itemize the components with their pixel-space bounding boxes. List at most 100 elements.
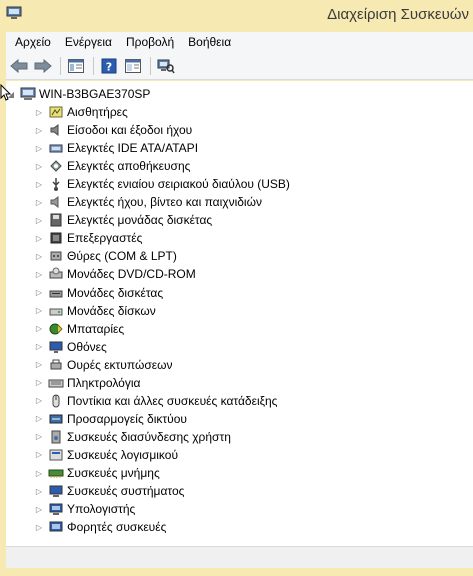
hid-icon	[48, 429, 64, 445]
tree-item-software-device[interactable]: ▷ Συσκευές λογισμικού	[34, 446, 473, 464]
monitor-icon	[48, 339, 64, 355]
tree-item-label: Θύρες (COM & LPT)	[67, 249, 177, 264]
tree-item-keyboard[interactable]: ▷ Πληκτρολόγια	[34, 374, 473, 392]
tree-item-label: Οθόνες	[67, 339, 107, 354]
software-device-icon	[48, 447, 64, 463]
tree-item-label: Ελεγκτές IDE ATA/ATAPI	[67, 141, 199, 156]
expand-arrow-icon[interactable]: ▷	[34, 446, 44, 464]
tree-item-label: Αισθητήρες	[67, 105, 128, 119]
expand-arrow-icon[interactable]: ▷	[34, 229, 44, 247]
tree-item-dvd-drive[interactable]: ▷ Μονάδες DVD/CD-ROM	[34, 265, 473, 283]
tree-item-system-device[interactable]: ▷ Συσκευές συστήματος	[34, 482, 473, 500]
floppy-controller-icon	[48, 212, 64, 228]
back-button[interactable]	[8, 55, 30, 77]
expand-arrow-icon[interactable]: ▷	[34, 103, 44, 121]
usb-icon	[48, 176, 64, 192]
expand-arrow-icon[interactable]: ▷	[34, 265, 44, 283]
network-adapter-icon	[48, 411, 64, 427]
tree-item-mouse[interactable]: ▷ Ποντίκια και άλλες συσκευές κατάδειξης	[34, 392, 473, 410]
expand-arrow-icon[interactable]: ▷	[34, 121, 44, 139]
tree-item-battery[interactable]: ▷ Μπαταρίες	[34, 320, 473, 338]
forward-arrow-icon	[34, 58, 52, 73]
tree-item-floppy-controller[interactable]: ▷ Ελεγκτές μονάδας δισκέτας	[34, 211, 473, 229]
show-hide-console-tree-button[interactable]	[65, 55, 87, 77]
scan-hardware-button[interactable]	[155, 55, 177, 77]
expand-arrow-icon[interactable]: ▷	[34, 139, 44, 157]
tree-item-disk-drive[interactable]: ▷ Μονάδες δίσκων	[34, 302, 473, 320]
tree-item-label: Είσοδοι και έξοδοι ήχου	[67, 123, 193, 138]
title-bar[interactable]: Διαχείριση Συσκευών	[0, 0, 473, 32]
expand-arrow-icon[interactable]: ▷	[34, 500, 44, 518]
tree-root[interactable]: ◢ WIN-B3BGAE370SP	[6, 85, 150, 103]
menu-bar: Αρχείο Ενέργεια Προβολή Βοήθεια	[6, 32, 473, 52]
expand-arrow-icon[interactable]: ▷	[34, 320, 44, 338]
expand-arrow-icon[interactable]: ▷	[34, 338, 44, 356]
portable-device-icon	[48, 519, 64, 535]
tree-item-speaker[interactable]: ▷ Είσοδοι και έξοδοι ήχου	[34, 121, 473, 139]
keyboard-icon	[48, 375, 64, 391]
tree-item-label: Συσκευές μνήμης	[67, 466, 160, 480]
memory-icon	[48, 465, 64, 481]
mouse-cursor-icon	[0, 84, 12, 101]
toolbar-separator	[150, 56, 151, 75]
tree-item-ide-controller[interactable]: ▷ Ελεγκτές IDE ATA/ATAPI	[34, 139, 473, 157]
toolbar-separator	[93, 56, 94, 75]
computer-name: WIN-B3BGAE370SP	[39, 87, 151, 101]
tree-item-network-adapter[interactable]: ▷ Προσαρμογείς δικτύου	[34, 410, 473, 428]
dvd-drive-icon	[48, 266, 64, 282]
tree-item-print-queue[interactable]: ▷ Ουρές εκτυπώσεων	[34, 356, 473, 374]
sound-video-icon	[48, 194, 64, 210]
forward-button[interactable]	[32, 55, 54, 77]
tree-item-monitor[interactable]: ▷ Οθόνες	[34, 338, 473, 356]
menu-action[interactable]: Ενέργεια	[59, 32, 120, 52]
tree-item-label: Ελεγκτές μονάδας δισκέτας	[67, 213, 213, 228]
disk-drive-icon	[48, 303, 64, 319]
tree-item-floppy-drive[interactable]: ▷ Μονάδες δισκέτας	[34, 284, 473, 302]
tree-item-storage-controller[interactable]: ▷ Ελεγκτές αποθήκευσης	[34, 157, 473, 175]
tree-item-label: Υπολογιστής	[67, 502, 136, 517]
tree-item-processor[interactable]: ▷ Επεξεργαστές	[34, 229, 473, 247]
storage-controller-icon	[48, 158, 64, 174]
expand-arrow-icon[interactable]: ▷	[34, 247, 44, 265]
tree-item-sensor[interactable]: ▷ Αισθητήρες	[34, 103, 473, 121]
expand-arrow-icon[interactable]: ▷	[34, 157, 44, 175]
port-icon	[48, 248, 64, 264]
toolbar-separator	[60, 56, 61, 75]
expand-arrow-icon[interactable]: ▷	[34, 302, 44, 320]
expand-arrow-icon[interactable]: ▷	[34, 428, 44, 446]
expand-arrow-icon[interactable]: ▷	[34, 518, 44, 536]
tree-item-label: Συσκευές λογισμικού	[67, 447, 178, 462]
expand-arrow-icon[interactable]: ▷	[34, 211, 44, 229]
help-icon: ?	[101, 58, 117, 73]
help-button[interactable]: ?	[98, 55, 120, 77]
tree-item-portable-device[interactable]: ▷ Φορητές συσκευές	[34, 518, 473, 536]
tree-item-usb[interactable]: ▷ Ελεγκτές ενιαίου σειριακού διαύλου (USB…	[34, 175, 473, 193]
expand-arrow-icon[interactable]: ▷	[34, 410, 44, 428]
tree-item-label: Φορητές συσκευές	[67, 520, 167, 535]
tree-item-label: Συσκευές διασύνδεσης χρήστη	[67, 429, 231, 444]
device-manager-app-icon	[6, 6, 22, 19]
tree-item-computer[interactable]: ▷ Υπολογιστής	[34, 500, 473, 518]
processor-icon	[48, 230, 64, 246]
expand-arrow-icon[interactable]: ▷	[34, 464, 44, 482]
battery-icon	[48, 321, 64, 337]
tree-item-port[interactable]: ▷ Θύρες (COM & LPT)	[34, 247, 473, 265]
expand-arrow-icon[interactable]: ▷	[34, 356, 44, 374]
expand-arrow-icon[interactable]: ▷	[34, 482, 44, 500]
properties-button[interactable]	[122, 55, 144, 77]
expand-arrow-icon[interactable]: ▷	[34, 193, 44, 211]
back-arrow-icon	[10, 58, 28, 73]
menu-view[interactable]: Προβολή	[120, 32, 182, 52]
menu-file[interactable]: Αρχείο	[9, 32, 59, 52]
tree-item-label: Πληκτρολόγια	[67, 375, 141, 390]
tree-item-hid[interactable]: ▷ Συσκευές διασύνδεσης χρήστη	[34, 428, 473, 446]
tree-item-label: Προσαρμογείς δικτύου	[67, 411, 187, 426]
expand-arrow-icon[interactable]: ▷	[34, 392, 44, 410]
tree-item-memory[interactable]: ▷ Συσκευές μνήμης	[34, 464, 473, 482]
menu-help[interactable]: Βοήθεια	[182, 32, 239, 52]
tree-item-sound-video[interactable]: ▷ Ελεγκτές ήχου, βίντεο και παιχνιδιών	[34, 193, 473, 211]
tree-item-label: Ελεγκτές αποθήκευσης	[67, 159, 191, 174]
expand-arrow-icon[interactable]: ▷	[34, 175, 44, 193]
expand-arrow-icon[interactable]: ▷	[34, 284, 44, 302]
expand-arrow-icon[interactable]: ▷	[34, 374, 44, 392]
